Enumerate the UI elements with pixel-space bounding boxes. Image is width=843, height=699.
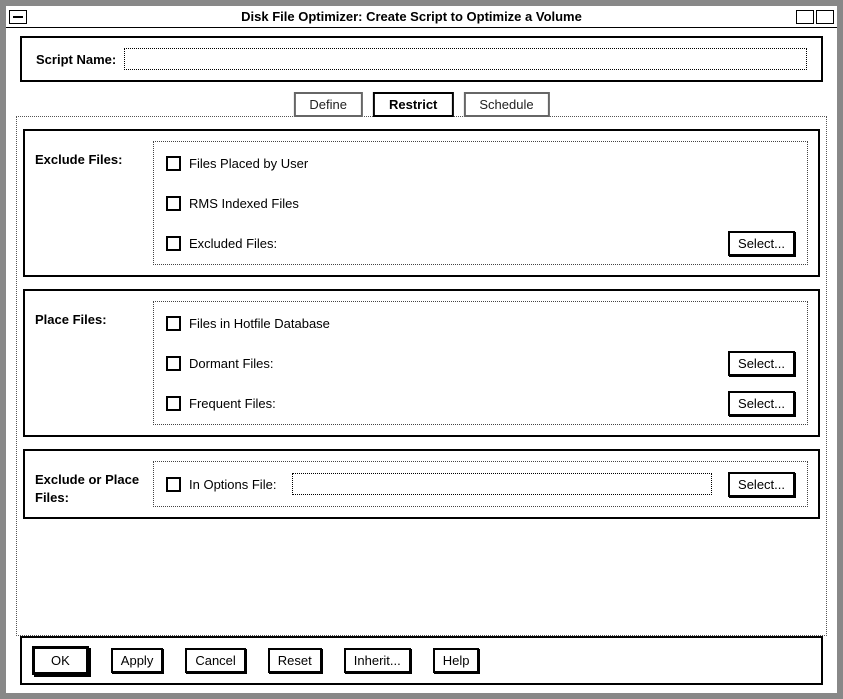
label-in-options-file: In Options File: bbox=[189, 477, 276, 492]
help-button[interactable]: Help bbox=[433, 648, 480, 673]
tab-schedule[interactable]: Schedule bbox=[463, 92, 549, 117]
reset-button[interactable]: Reset bbox=[268, 648, 322, 673]
inherit-button[interactable]: Inherit... bbox=[344, 648, 411, 673]
tab-strip: Define Restrict Schedule bbox=[20, 92, 823, 118]
ok-button[interactable]: OK bbox=[32, 646, 89, 675]
options-file-input[interactable] bbox=[292, 473, 712, 495]
exclude-files-title: Exclude Files: bbox=[35, 141, 153, 265]
place-files-group: Place Files: Files in Hotfile Database D… bbox=[23, 289, 820, 437]
apply-button[interactable]: Apply bbox=[111, 648, 164, 673]
cancel-button[interactable]: Cancel bbox=[185, 648, 245, 673]
checkbox-frequent[interactable] bbox=[166, 396, 181, 411]
tab-define[interactable]: Define bbox=[293, 92, 363, 117]
select-frequent-button[interactable]: Select... bbox=[728, 391, 795, 416]
select-dormant-button[interactable]: Select... bbox=[728, 351, 795, 376]
checkbox-rms-indexed[interactable] bbox=[166, 196, 181, 211]
label-frequent: Frequent Files: bbox=[189, 396, 276, 411]
script-name-label: Script Name: bbox=[36, 52, 116, 67]
window-title: Disk File Optimizer: Create Script to Op… bbox=[28, 7, 795, 26]
label-placed-by-user: Files Placed by User bbox=[189, 156, 308, 171]
options-file-body: In Options File: Select... bbox=[153, 461, 808, 507]
options-file-title: Exclude or Place Files: bbox=[35, 461, 153, 507]
select-options-file-button[interactable]: Select... bbox=[728, 472, 795, 497]
dialog-window: Disk File Optimizer: Create Script to Op… bbox=[0, 0, 843, 699]
script-name-input[interactable] bbox=[124, 48, 807, 70]
exclude-files-body: Files Placed by User RMS Indexed Files E… bbox=[153, 141, 808, 265]
button-bar: OK Apply Cancel Reset Inherit... Help bbox=[20, 636, 823, 685]
checkbox-excluded-files[interactable] bbox=[166, 236, 181, 251]
label-hotfile: Files in Hotfile Database bbox=[189, 316, 330, 331]
checkbox-hotfile[interactable] bbox=[166, 316, 181, 331]
minimize-icon[interactable] bbox=[796, 10, 814, 24]
checkbox-placed-by-user[interactable] bbox=[166, 156, 181, 171]
exclude-files-group: Exclude Files: Files Placed by User RMS … bbox=[23, 129, 820, 277]
label-excluded-files: Excluded Files: bbox=[189, 236, 277, 251]
place-files-body: Files in Hotfile Database Dormant Files:… bbox=[153, 301, 808, 425]
options-file-group: Exclude or Place Files: In Options File:… bbox=[23, 449, 820, 519]
label-dormant: Dormant Files: bbox=[189, 356, 274, 371]
system-menu-icon[interactable] bbox=[9, 10, 27, 24]
select-excluded-files-button[interactable]: Select... bbox=[728, 231, 795, 256]
tab-content: Exclude Files: Files Placed by User RMS … bbox=[16, 116, 827, 636]
titlebar: Disk File Optimizer: Create Script to Op… bbox=[6, 6, 837, 28]
tab-restrict[interactable]: Restrict bbox=[373, 92, 453, 117]
checkbox-in-options-file[interactable] bbox=[166, 477, 181, 492]
script-name-panel: Script Name: bbox=[20, 36, 823, 82]
maximize-icon[interactable] bbox=[816, 10, 834, 24]
checkbox-dormant[interactable] bbox=[166, 356, 181, 371]
label-rms-indexed: RMS Indexed Files bbox=[189, 196, 299, 211]
place-files-title: Place Files: bbox=[35, 301, 153, 425]
client-area: Script Name: Define Restrict Schedule Ex… bbox=[6, 28, 837, 693]
